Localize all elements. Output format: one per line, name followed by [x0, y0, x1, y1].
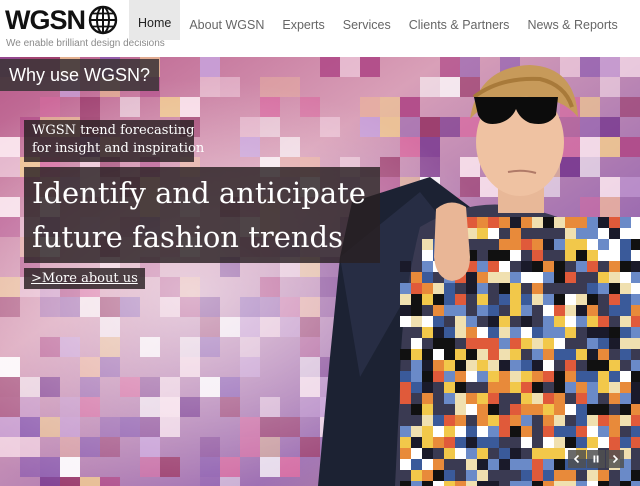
nav-home[interactable]: Home	[129, 0, 181, 40]
hero-kicker: WGSN trend forecasting for insight and i…	[24, 120, 205, 162]
globe-icon	[88, 5, 118, 35]
nav-services[interactable]: Services	[334, 0, 400, 40]
slide-pause-button[interactable]	[587, 450, 605, 468]
slide-next-button[interactable]	[606, 450, 624, 468]
chevron-left-icon	[573, 454, 580, 464]
why-use-wgsn-tab[interactable]: Why use WGSN?	[0, 59, 160, 91]
headline-line: future fashion trends	[32, 220, 343, 254]
pause-icon	[593, 455, 599, 463]
kicker-line: WGSN trend forecasting	[32, 123, 195, 138]
hero-banner: Why use WGSN? WGSN trend forecasting for…	[0, 57, 640, 486]
headline-line: Identify and anticipate	[32, 176, 366, 210]
slider-controls	[568, 450, 625, 468]
kicker-line: for insight and inspiration	[32, 141, 205, 156]
nav-about-wgsn[interactable]: About WGSN	[180, 0, 273, 40]
slide-prev-button[interactable]	[568, 450, 586, 468]
more-about-us-link[interactable]: >More about us	[24, 268, 145, 289]
hero-headline: Identify and anticipate future fashion t…	[24, 167, 380, 263]
nav-clients-partners[interactable]: Clients & Partners	[400, 0, 519, 40]
nav-experts[interactable]: Experts	[273, 0, 333, 40]
logo-wordmark: WGSN	[5, 5, 86, 35]
chevron-right-icon	[612, 454, 619, 464]
nav-news-reports[interactable]: News & Reports	[518, 0, 626, 40]
main-nav: Home About WGSN Experts Services Clients…	[129, 0, 627, 40]
wgsn-logo[interactable]: WGSN	[5, 5, 118, 35]
site-header: WGSN We enable brilliant design decision…	[0, 0, 640, 57]
